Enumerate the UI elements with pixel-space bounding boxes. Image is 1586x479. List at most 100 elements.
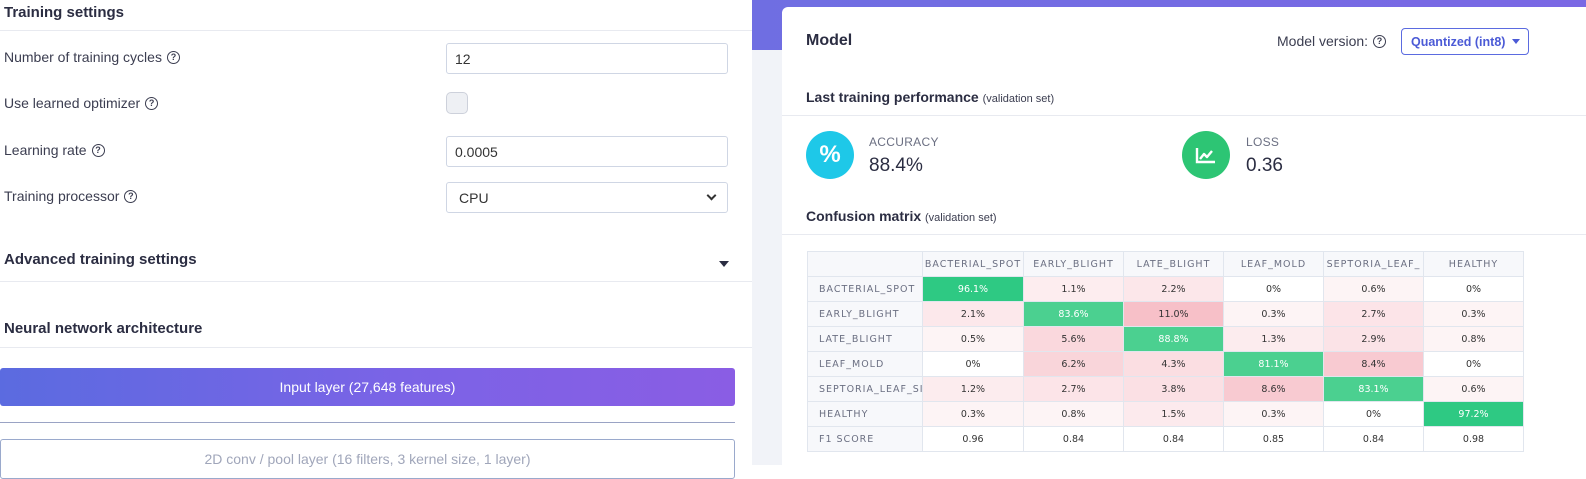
row-header-label: EARLY_BLIGHT — [819, 308, 900, 320]
matrix-cell: 0.96 — [922, 426, 1024, 452]
row-header-label: F1 SCORE — [819, 433, 875, 445]
training-processor-select[interactable]: CPU — [446, 182, 728, 213]
confusion-header-row: BACTERIAL_SPOT EARLY_BLIGHT LATE_BLIGHT LEA… — [807, 251, 1524, 277]
optimizer-label-row: Use learned optimizer ? — [4, 95, 159, 111]
percent-glyph: % — [819, 141, 841, 168]
matrix-cell: 83.1% — [1323, 376, 1424, 402]
corner-cell — [807, 251, 923, 277]
column-header-label: HEALTHY — [1448, 258, 1499, 270]
matrix-cell: 8.4% — [1323, 351, 1424, 377]
matrix-cell: 0% — [1423, 351, 1524, 377]
matrix-cell: 1.1% — [1023, 276, 1124, 302]
matrix-cell: 2.2% — [1123, 276, 1224, 302]
table-row: EARLY_BLIGHT 2.1% 83.6% 11.0% 0.3% 2.7% 0.3% — [807, 301, 1524, 327]
accuracy-label: ACCURACY — [869, 135, 939, 149]
table-row: F1 SCORE 0.96 0.84 0.84 0.85 0.84 0.98 — [807, 426, 1524, 452]
model-version-label-row: Model version: ? — [1277, 33, 1387, 49]
row-header: EARLY_BLIGHT — [807, 301, 923, 327]
matrix-cell: 0.84 — [1123, 426, 1224, 452]
learning-rate-input[interactable] — [446, 136, 728, 167]
row-header-label: SEPTORIA_LEAF_SI — [819, 383, 922, 395]
accuracy-value: 88.4% — [869, 155, 923, 176]
matrix-cell: 83.6% — [1023, 301, 1124, 327]
learning-rate-label: Learning rate — [4, 142, 87, 158]
cycles-label: Number of training cycles — [4, 49, 162, 65]
matrix-cell: 0% — [1423, 276, 1524, 302]
matrix-cell: 0.8% — [1423, 326, 1524, 352]
matrix-cell: 0% — [1323, 401, 1424, 427]
table-row: BACTERIAL_SPOT 96.1% 1.1% 2.2% 0% 0.6% 0% — [807, 276, 1524, 302]
help-icon[interactable]: ? — [166, 50, 180, 64]
table-row: LEAF_MOLD 0% 6.2% 4.3% 81.1% 8.4% 0% — [807, 351, 1524, 377]
help-icon[interactable]: ? — [145, 96, 159, 110]
line-chart-glyph — [1195, 148, 1215, 164]
matrix-cell: 96.1% — [922, 276, 1024, 302]
matrix-cell: 8.6% — [1223, 376, 1324, 402]
training-cycles-input[interactable] — [446, 43, 728, 74]
row-header-label: LEAF_MOLD — [819, 358, 885, 370]
matrix-cell: 0.5% — [922, 326, 1024, 352]
matrix-cell: 6.2% — [1023, 351, 1124, 377]
matrix-cell: 0.3% — [1223, 301, 1324, 327]
column-header: LEAF_MOLD — [1223, 251, 1324, 277]
confusion-title-row: Confusion matrix (validation set) — [806, 208, 997, 224]
loss-value: 0.36 — [1246, 155, 1283, 176]
help-icon[interactable]: ? — [91, 143, 105, 157]
matrix-cell: 0% — [1223, 276, 1324, 302]
matrix-cell: 1.5% — [1123, 401, 1224, 427]
row-header: LEAF_MOLD — [807, 351, 923, 377]
help-icon[interactable]: ? — [1373, 34, 1387, 48]
divider — [0, 281, 752, 282]
divider — [782, 115, 1586, 116]
help-icon[interactable]: ? — [124, 189, 138, 203]
matrix-cell: 2.7% — [1023, 376, 1124, 402]
matrix-cell: 0.3% — [1423, 301, 1524, 327]
model-version-select[interactable]: Quantized (int8) — [1401, 28, 1529, 55]
row-header: LATE_BLIGHT — [807, 326, 923, 352]
column-header: LATE_BLIGHT — [1123, 251, 1224, 277]
column-header: EARLY_BLIGHT — [1023, 251, 1124, 277]
line-chart-icon — [1182, 131, 1230, 179]
conv-pool-layer-block[interactable]: 2D conv / pool layer (16 filters, 3 kern… — [0, 439, 735, 479]
loss-label: LOSS — [1246, 135, 1280, 149]
performance-title: Last training performance — [806, 89, 979, 105]
matrix-cell: 97.2% — [1423, 401, 1524, 427]
table-row: LATE_BLIGHT 0.5% 5.6% 88.8% 1.3% 2.9% 0.8% — [807, 326, 1524, 352]
performance-title-row: Last training performance (validation se… — [806, 89, 1054, 105]
lr-label-row: Learning rate ? — [4, 142, 105, 158]
row-header: HEALTHY — [807, 401, 923, 427]
training-processor-label: Training processor — [4, 188, 120, 204]
caret-down-icon[interactable] — [719, 261, 729, 267]
architecture-title: Neural network architecture — [4, 320, 203, 337]
processor-label-row: Training processor ? — [4, 188, 138, 204]
row-header-label: LATE_BLIGHT — [819, 333, 893, 345]
chevron-down-icon — [706, 190, 717, 201]
confusion-body: BACTERIAL_SPOT 96.1% 1.1% 2.2% 0% 0.6% 0% EARLY… — [807, 276, 1524, 452]
matrix-cell: 81.1% — [1223, 351, 1324, 377]
confusion-title: Confusion matrix — [806, 208, 922, 224]
table-row: HEALTHY 0.3% 0.8% 1.5% 0.3% 0% 97.2% — [807, 401, 1524, 427]
divider — [782, 234, 1586, 235]
row-header-label: HEALTHY — [819, 408, 869, 420]
column-header-label: LATE_BLIGHT — [1136, 258, 1211, 270]
matrix-cell: 1.2% — [922, 376, 1024, 402]
matrix-cell: 0.8% — [1023, 401, 1124, 427]
training-settings-panel: Training settings Number of training cyc… — [0, 0, 752, 479]
advanced-settings-title[interactable]: Advanced training settings — [4, 251, 197, 268]
model-title: Model — [806, 32, 853, 49]
column-header: BACTERIAL_SPOT — [922, 251, 1024, 277]
model-version-label: Model version: — [1277, 33, 1369, 49]
matrix-cell: 2.1% — [922, 301, 1024, 327]
table-row: SEPTORIA_LEAF_SI 1.2% 2.7% 3.8% 8.6% 83.1% 0.6… — [807, 376, 1524, 402]
cycles-label-row: Number of training cycles ? — [4, 49, 180, 65]
model-version-value: Quantized (int8) — [1411, 34, 1506, 49]
matrix-cell: 0.85 — [1223, 426, 1324, 452]
confusion-matrix-table: BACTERIAL_SPOT EARLY_BLIGHT LATE_BLIGHT LEA… — [807, 251, 1524, 452]
matrix-cell: 0.6% — [1323, 276, 1424, 302]
optimizer-label: Use learned optimizer — [4, 95, 141, 111]
learned-optimizer-checkbox[interactable] — [446, 92, 468, 114]
matrix-cell: 0.84 — [1323, 426, 1424, 452]
input-layer-block[interactable]: Input layer (27,648 features) — [0, 368, 735, 406]
matrix-cell: 4.3% — [1123, 351, 1224, 377]
matrix-cell: 0.3% — [922, 401, 1024, 427]
